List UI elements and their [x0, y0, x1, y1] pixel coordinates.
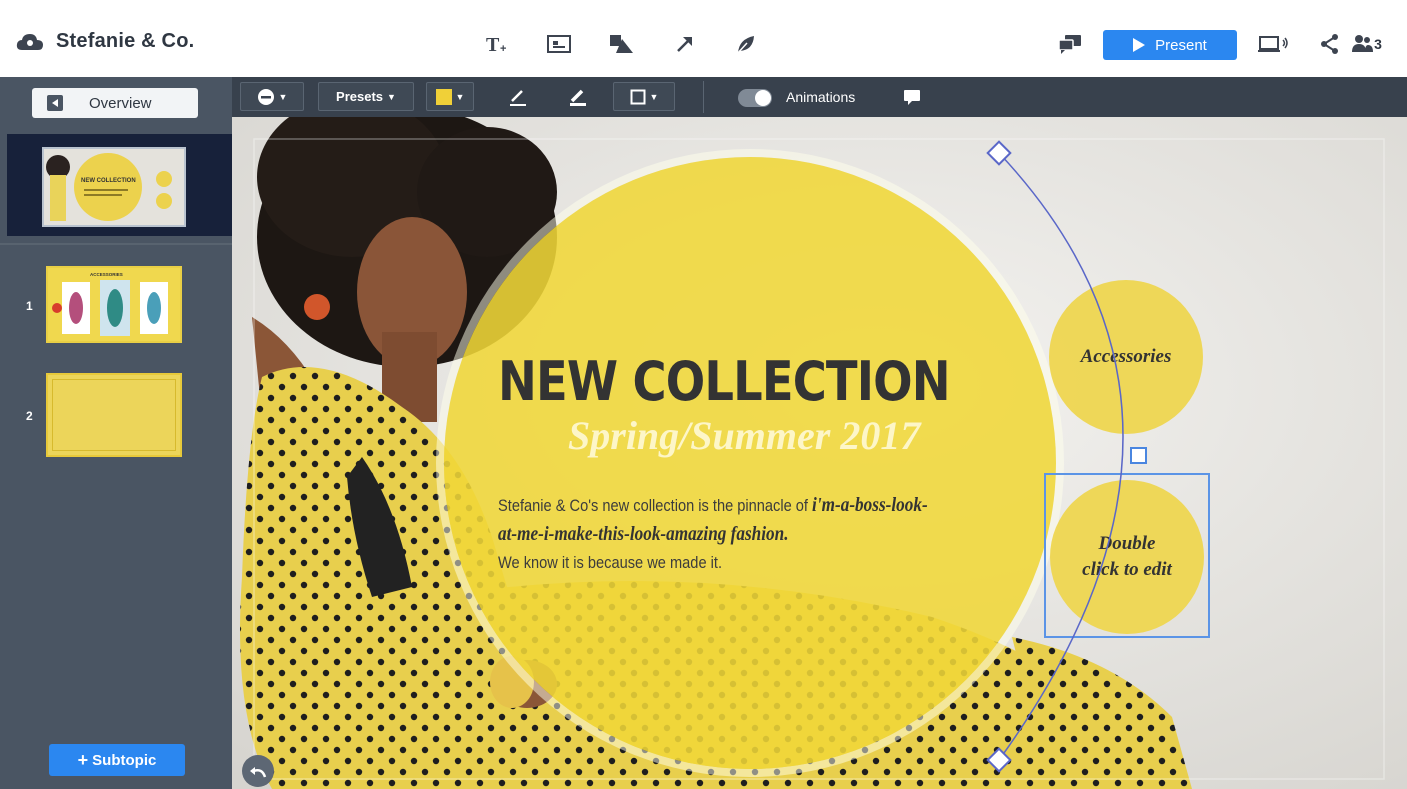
overview-thumbnail-image: NEW COLLECTION — [44, 149, 184, 225]
sidebar-divider — [0, 243, 232, 245]
presets-dropdown[interactable]: Presets ▼ — [318, 82, 414, 111]
resize-handle[interactable] — [1130, 447, 1147, 464]
overview-label: Overview — [89, 94, 152, 112]
square-outline-icon — [630, 89, 646, 104]
image-tool-button[interactable] — [545, 30, 573, 58]
toolbar-divider — [703, 81, 704, 113]
path-end-handle[interactable] — [986, 747, 1012, 773]
share-icon — [1321, 34, 1338, 54]
border-style-dropdown[interactable]: ▼ — [613, 82, 675, 111]
chevron-down-icon: ▼ — [387, 91, 396, 102]
draw-tool-button[interactable] — [732, 30, 760, 58]
subtopic-label: Subtopic — [92, 751, 157, 769]
color-swatch — [435, 88, 452, 105]
speech-bubble-icon — [904, 90, 920, 105]
line-width-button[interactable] — [566, 85, 590, 109]
cloud-icon — [16, 33, 43, 50]
arrow-tool-button[interactable] — [671, 30, 699, 58]
slide-number: 2 — [26, 409, 33, 423]
collaborator-count: 3 — [1374, 36, 1382, 52]
presentation-title[interactable]: Stefanie & Co. — [56, 30, 194, 53]
add-subtopic-button[interactable]: + Subtopic — [49, 744, 185, 776]
comments-icon — [1058, 35, 1081, 54]
play-icon — [1133, 38, 1146, 52]
present-label: Present — [1155, 36, 1207, 54]
shapes-icon — [610, 35, 633, 53]
slide-sidebar: Overview NEW COLLECTION 1 ACCESSORIES 2 … — [0, 77, 232, 789]
undo-button[interactable] — [242, 755, 274, 787]
thumb-headline: NEW COLLECTION — [81, 178, 136, 184]
toggle-knob — [755, 90, 771, 106]
text-tool-button[interactable]: T + — [483, 30, 511, 58]
screen-audio-icon — [1258, 36, 1288, 52]
comment-button[interactable] — [900, 85, 924, 109]
slide-2-frame — [52, 379, 176, 451]
slide-canvas[interactable]: NEW COLLECTION Spring/Summer 2017 Stefan… — [232, 117, 1407, 789]
top-bar: Stefanie & Co. T + Present 3 — [0, 0, 1407, 77]
svg-text:T: T — [486, 34, 500, 55]
text-plus-icon: T + — [486, 34, 506, 55]
shape-tool-button[interactable] — [607, 30, 635, 58]
overview-thumbnail[interactable]: NEW COLLECTION — [42, 147, 186, 227]
animations-label: Animations — [786, 89, 856, 105]
path-overlay — [986, 140, 1147, 773]
slide-thumbnail-1[interactable]: ACCESSORIES — [46, 266, 182, 343]
leaf-icon — [736, 36, 754, 55]
presets-label: Presets — [336, 89, 384, 104]
thumb-accessories-title: ACCESSORIES — [90, 272, 123, 277]
comments-button[interactable] — [1056, 30, 1084, 58]
chevron-down-icon: ▼ — [278, 91, 288, 102]
share-button[interactable] — [1316, 30, 1344, 58]
format-toolbar: ▼ Presets ▼ ▼ ▼ Animations — [232, 77, 1407, 117]
users-icon — [1352, 35, 1374, 52]
path-curve — [998, 152, 1124, 761]
pencil-thick-icon — [570, 89, 586, 106]
overview-slide-item[interactable]: NEW COLLECTION — [7, 134, 232, 236]
shape-style-dropdown[interactable]: ▼ — [240, 82, 304, 111]
collaborators-button[interactable]: 3 — [1347, 30, 1387, 58]
animations-toggle[interactable] — [738, 89, 772, 107]
chevron-down-icon: ▼ — [455, 91, 465, 102]
overview-button[interactable]: Overview — [32, 88, 198, 118]
back-icon — [47, 95, 63, 111]
present-remote-button[interactable] — [1258, 30, 1290, 58]
svg-text:+: + — [500, 43, 506, 55]
slide-thumbnail-2[interactable] — [46, 373, 182, 457]
image-icon — [547, 35, 571, 53]
pencil-icon — [510, 90, 526, 106]
undo-icon — [250, 767, 267, 778]
fill-color-dropdown[interactable]: ▼ — [426, 82, 474, 111]
plus-icon: + — [77, 749, 89, 770]
slide-number: 1 — [26, 299, 33, 313]
line-color-button[interactable] — [506, 85, 530, 109]
chevron-down-icon: ▼ — [649, 91, 659, 102]
brand: Stefanie & Co. — [16, 30, 194, 53]
slide-1-image: ACCESSORIES — [48, 268, 180, 341]
circle-minus-icon — [257, 88, 274, 105]
arrow-icon — [677, 37, 692, 52]
present-button[interactable]: Present — [1103, 30, 1237, 60]
